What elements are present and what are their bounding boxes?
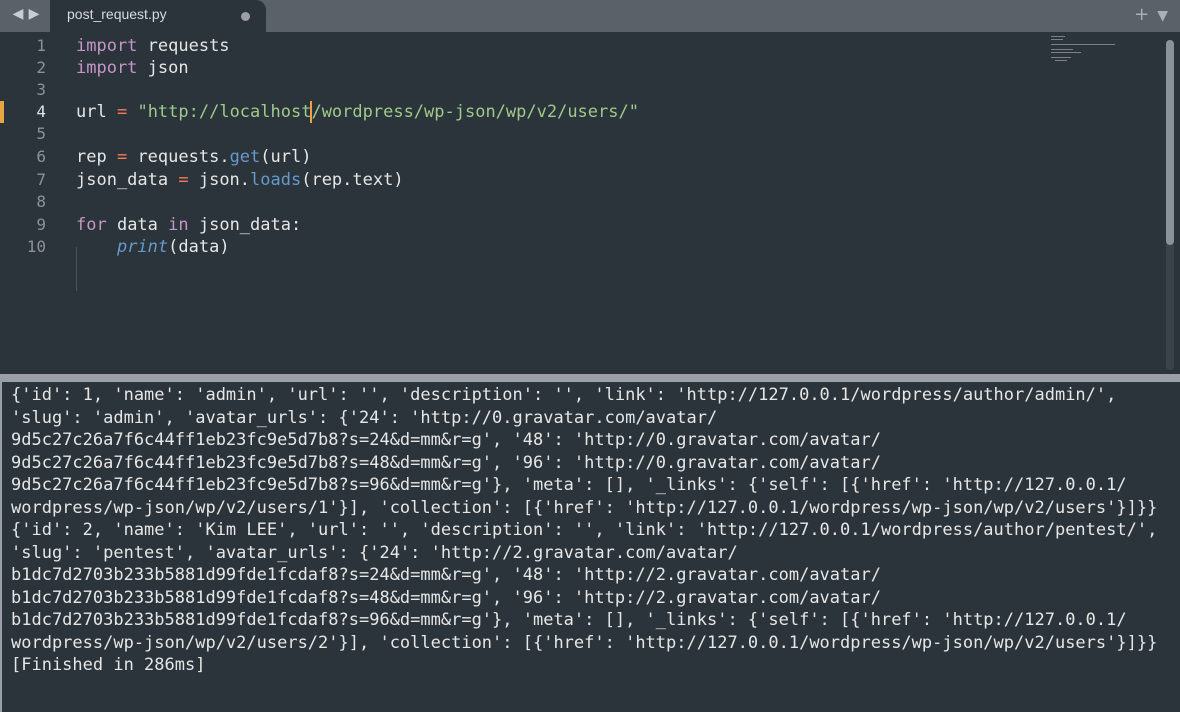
output-line: b1dc7d2703b233b5881d99fde1fcdaf8?s=24&d=… — [11, 565, 881, 585]
finished-status: [Finished in 286ms] — [11, 655, 206, 675]
output-line: wordpress/wp-json/wp/v2/users/1'}], 'col… — [11, 498, 1158, 518]
minimap-line — [1055, 60, 1067, 61]
output-line: b1dc7d2703b233b5881d99fde1fcdaf8?s=48&d=… — [11, 588, 881, 608]
code-line-10[interactable]: print(data) — [76, 236, 230, 258]
code-text: rep — [76, 147, 117, 167]
code-text: json — [137, 58, 189, 78]
string-literal: /wordpress/wp-json/wp/v2/users/" — [311, 102, 639, 122]
code-text: json. — [188, 170, 251, 190]
output-line: 'slug': 'admin', 'avatar_urls': {'24': '… — [11, 408, 718, 428]
code-text: json_data — [76, 170, 179, 190]
code-text: (url) — [260, 147, 312, 167]
minimap-line — [1051, 39, 1063, 40]
keyword: for — [76, 215, 107, 235]
line-number-active: 4 — [36, 102, 46, 121]
code-text: requests. — [127, 147, 230, 167]
line-number: 2 — [36, 58, 46, 77]
code-text: json_data: — [188, 215, 302, 235]
operator: = — [116, 147, 128, 167]
line-number: 10 — [26, 237, 46, 256]
tab-bar: ◀ ▶ post_request.py + ▼ — [0, 0, 1180, 32]
keyword: in — [168, 215, 189, 235]
minimap-line — [1051, 57, 1071, 58]
minimap-line — [1051, 49, 1073, 50]
tab-actions: + ▼ — [1126, 4, 1168, 25]
output-line: {'id': 1, 'name': 'admin', 'url': '', 'd… — [11, 385, 1117, 405]
code-line-9[interactable]: for data in json_data: — [76, 214, 301, 236]
tab-nav: ◀ ▶ — [10, 6, 42, 22]
code-text: url — [76, 102, 117, 122]
tab-menu-icon[interactable]: ▼ — [1157, 8, 1168, 24]
tab-post-request[interactable]: post_request.py — [50, 0, 266, 32]
output-line: 9d5c27c26a7f6c44ff1eb23fc9e5d7b8?s=96&d=… — [11, 475, 1127, 495]
build-output-panel[interactable]: {'id': 1, 'name': 'admin', 'url': '', 'd… — [0, 382, 1180, 712]
unsaved-dot-icon[interactable] — [241, 12, 250, 21]
minimap[interactable] — [1048, 34, 1128, 74]
code-text: (rep.text) — [301, 170, 404, 190]
line-number: 9 — [36, 215, 46, 234]
code-line-2[interactable]: import json — [76, 57, 189, 79]
scrollbar-thumb[interactable] — [1166, 40, 1174, 245]
back-arrow-icon[interactable]: ◀ — [10, 6, 26, 22]
code-text: data — [106, 215, 169, 235]
tab-label: post_request.py — [67, 6, 167, 22]
code-text: (data) — [168, 237, 230, 257]
code-text: requests — [137, 36, 230, 56]
keyword: import — [76, 36, 138, 56]
forward-arrow-icon[interactable]: ▶ — [26, 6, 42, 22]
keyword: import — [76, 58, 138, 78]
line-number: 7 — [36, 170, 46, 189]
builtin-function: print — [116, 237, 169, 257]
line-number: 8 — [36, 192, 46, 211]
output-line: {'id': 2, 'name': 'Kim LEE', 'url': '', … — [11, 520, 1158, 540]
line-number: 1 — [36, 36, 46, 55]
code-line-6[interactable]: rep = requests.get(url) — [76, 146, 311, 168]
line-number: 5 — [36, 124, 46, 143]
panel-divider[interactable] — [0, 374, 1180, 382]
code-line-7[interactable]: json_data = json.loads(rep.text) — [76, 169, 404, 191]
output-line: 'slug': 'pentest', 'avatar_urls': {'24':… — [11, 543, 738, 563]
operator: = — [116, 102, 128, 122]
line-number: 6 — [36, 147, 46, 166]
minimap-line — [1051, 36, 1065, 37]
function-call: get — [229, 147, 261, 167]
line-gutter: 1 2 3 4 5 6 7 8 9 10 — [0, 32, 60, 374]
operator: = — [178, 170, 189, 190]
minimap-line — [1051, 52, 1081, 53]
output-line: b1dc7d2703b233b5881d99fde1fcdaf8?s=96&d=… — [11, 610, 1127, 630]
output-line: 9d5c27c26a7f6c44ff1eb23fc9e5d7b8?s=48&d=… — [11, 453, 881, 473]
editor-scrollbar[interactable] — [1166, 40, 1174, 370]
code-line-4[interactable]: url = "http://localhost/wordpress/wp-jso… — [76, 101, 639, 123]
add-tab-icon[interactable]: + — [1134, 4, 1149, 25]
output-line: 9d5c27c26a7f6c44ff1eb23fc9e5d7b8?s=24&d=… — [11, 430, 881, 450]
code-line-1[interactable]: import requests — [76, 35, 230, 57]
output-line: wordpress/wp-json/wp/v2/users/2'}], 'col… — [11, 633, 1158, 653]
string-literal: "http://localhost — [137, 102, 312, 122]
minimap-line — [1051, 44, 1115, 45]
code-editor[interactable]: 1 2 3 4 5 6 7 8 9 10 import requests imp… — [0, 32, 1180, 374]
function-call: loads — [250, 170, 302, 190]
line-number: 3 — [36, 80, 46, 99]
